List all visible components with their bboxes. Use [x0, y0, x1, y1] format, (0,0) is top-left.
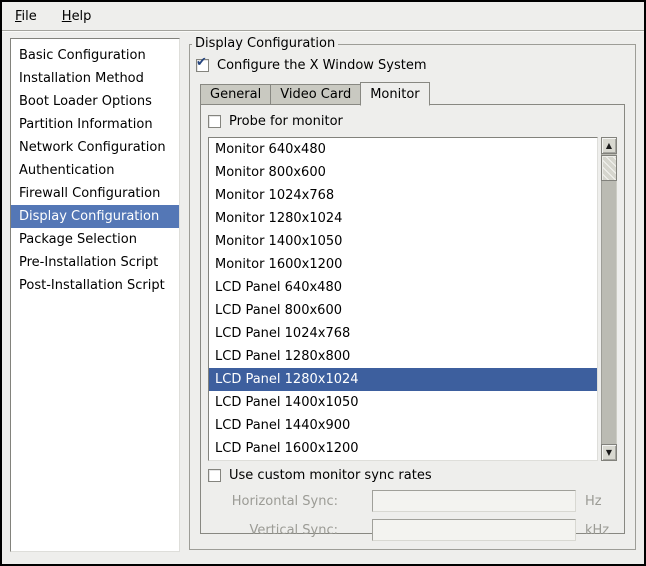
monitor-list-item[interactable]: LCD Panel 1024x768: [209, 322, 597, 345]
display-configuration-pane: Display Configuration ✔ Configure the X …: [189, 38, 636, 552]
horizontal-sync-unit: Hz: [585, 494, 617, 509]
app-window: File Help Basic Configuration Installati…: [0, 0, 646, 566]
configure-x-checkbox[interactable]: ✔: [196, 59, 209, 72]
section-list: Basic Configuration Installation Method …: [10, 38, 180, 552]
sidebar-item-firewall-configuration[interactable]: Firewall Configuration: [11, 182, 179, 205]
monitor-list-item[interactable]: Monitor 1600x1200: [209, 253, 597, 276]
menu-file[interactable]: File: [15, 9, 37, 24]
vertical-scrollbar[interactable]: ▲ ▼: [601, 137, 617, 461]
frame-title: Display Configuration: [192, 36, 338, 51]
menu-bar: File Help: [2, 2, 644, 30]
sidebar-item-display-configuration[interactable]: Display Configuration: [11, 205, 179, 228]
scroll-up-button[interactable]: ▲: [601, 137, 617, 154]
scrollbar-thumb[interactable]: [601, 155, 617, 181]
probe-label: Probe for monitor: [229, 114, 343, 129]
sidebar-item-authentication[interactable]: Authentication: [11, 159, 179, 182]
tab-bar: General Video Card Monitor: [200, 82, 625, 105]
monitor-list-item[interactable]: LCD Panel 800x600: [209, 299, 597, 322]
horizontal-sync-row: Horizontal Sync: Hz: [208, 490, 617, 512]
checkmark-icon: ✔: [196, 56, 207, 69]
monitor-list-item[interactable]: Monitor 640x480: [209, 138, 597, 161]
horizontal-sync-input: [372, 490, 576, 512]
monitor-list-item[interactable]: LCD Panel 1280x800: [209, 345, 597, 368]
monitor-list: Monitor 640x480 Monitor 800x600 Monitor …: [208, 137, 598, 461]
menu-help[interactable]: Help: [62, 9, 92, 24]
sidebar-item-network-configuration[interactable]: Network Configuration: [11, 136, 179, 159]
configure-x-label: Configure the X Window System: [217, 58, 427, 73]
tab-general[interactable]: General: [200, 84, 271, 105]
horizontal-sync-label: Horizontal Sync:: [208, 494, 338, 509]
vertical-sync-row: Vertical Sync: kHz: [208, 519, 617, 541]
monitor-list-item[interactable]: LCD Panel 1600x1200: [209, 437, 597, 460]
sidebar-item-partition-information[interactable]: Partition Information: [11, 113, 179, 136]
display-configuration-frame: Display Configuration ✔ Configure the X …: [189, 44, 636, 550]
custom-sync-label: Use custom monitor sync rates: [229, 468, 432, 483]
scroll-up-icon: ▲: [606, 141, 612, 150]
monitor-list-area: Monitor 640x480 Monitor 800x600 Monitor …: [208, 137, 617, 461]
display-notebook: General Video Card Monitor Probe for mon…: [200, 82, 625, 534]
tab-monitor[interactable]: Monitor: [360, 82, 429, 106]
sidebar-item-post-installation-script[interactable]: Post-Installation Script: [11, 274, 179, 297]
monitor-list-item-selected[interactable]: LCD Panel 1280x1024: [209, 368, 597, 391]
tab-video-card[interactable]: Video Card: [270, 84, 361, 105]
monitor-list-item[interactable]: LCD Panel 640x480: [209, 276, 597, 299]
sidebar-item-package-selection[interactable]: Package Selection: [11, 228, 179, 251]
scroll-down-icon: ▼: [606, 448, 612, 457]
scrollbar-trough[interactable]: [601, 154, 617, 444]
scroll-down-button[interactable]: ▼: [601, 444, 617, 461]
probe-checkbox[interactable]: [208, 115, 221, 128]
main-content: Basic Configuration Installation Method …: [2, 32, 644, 564]
probe-checkbox-row[interactable]: Probe for monitor: [208, 114, 617, 129]
monitor-list-item[interactable]: LCD Panel 1400x1050: [209, 391, 597, 414]
custom-sync-checkbox[interactable]: [208, 469, 221, 482]
monitor-list-item[interactable]: LCD Panel 1440x900: [209, 414, 597, 437]
monitor-list-item[interactable]: Monitor 1400x1050: [209, 230, 597, 253]
monitor-list-item[interactable]: Monitor 1024x768: [209, 184, 597, 207]
vertical-sync-input: [372, 519, 576, 541]
custom-sync-checkbox-row[interactable]: Use custom monitor sync rates: [208, 468, 617, 483]
configure-x-checkbox-row[interactable]: ✔ Configure the X Window System: [196, 58, 629, 73]
sidebar-item-pre-installation-script[interactable]: Pre-Installation Script: [11, 251, 179, 274]
monitor-list-item[interactable]: Monitor 800x600: [209, 161, 597, 184]
monitor-list-item[interactable]: Monitor 1280x1024: [209, 207, 597, 230]
vertical-sync-unit: kHz: [585, 523, 617, 538]
sidebar-item-boot-loader-options[interactable]: Boot Loader Options: [11, 90, 179, 113]
sidebar-item-installation-method[interactable]: Installation Method: [11, 67, 179, 90]
sidebar-item-basic-configuration[interactable]: Basic Configuration: [11, 44, 179, 67]
monitor-tab-panel: Probe for monitor Monitor 640x480 Monito…: [200, 104, 625, 534]
vertical-sync-label: Vertical Sync:: [208, 523, 338, 538]
